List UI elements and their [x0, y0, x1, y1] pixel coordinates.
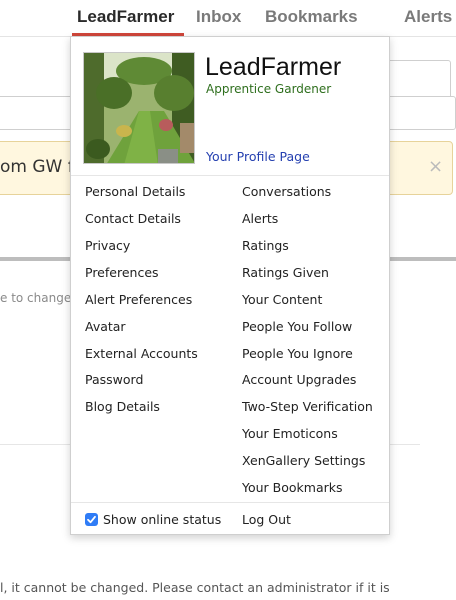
menu-item-password[interactable]: Password	[85, 372, 143, 387]
divider	[71, 175, 389, 176]
menu-item-ratings[interactable]: Ratings	[242, 238, 289, 253]
top-navigation: LeadFarmer Inbox Bookmarks Alerts	[0, 0, 456, 36]
menu-item-ratings-given[interactable]: Ratings Given	[242, 265, 329, 280]
menu-item-xengallery-settings[interactable]: XenGallery Settings	[242, 453, 365, 468]
menu-item-preferences[interactable]: Preferences	[85, 265, 159, 280]
menu-item-privacy[interactable]: Privacy	[85, 238, 130, 253]
menu-item-external-accounts[interactable]: External Accounts	[85, 346, 198, 361]
show-online-status-label[interactable]: Show online status	[103, 512, 221, 527]
tab-leadfarmer[interactable]: LeadFarmer	[77, 7, 174, 27]
menu-item-alerts[interactable]: Alerts	[242, 211, 278, 226]
menu-item-people-you-ignore[interactable]: People You Ignore	[242, 346, 353, 361]
menu-item-your-emoticons[interactable]: Your Emoticons	[242, 426, 338, 441]
menu-item-blog-details[interactable]: Blog Details	[85, 399, 160, 414]
tab-bookmarks[interactable]: Bookmarks	[265, 7, 358, 27]
menu-item-your-content[interactable]: Your Content	[242, 292, 322, 307]
show-online-status-checkbox[interactable]	[85, 513, 98, 526]
tab-alerts[interactable]: Alerts	[404, 7, 452, 27]
menu-item-account-upgrades[interactable]: Account Upgrades	[242, 372, 356, 387]
logout-link[interactable]: Log Out	[242, 512, 291, 527]
menu-item-conversations[interactable]: Conversations	[242, 184, 331, 199]
garden-photo	[84, 53, 194, 163]
menu-item-avatar[interactable]: Avatar	[85, 319, 126, 334]
tab-inbox[interactable]: Inbox	[196, 7, 241, 27]
bottom-notice-text: l, it cannot be changed. Please contact …	[0, 580, 390, 595]
user-title: Apprentice Gardener	[206, 82, 332, 96]
notice-close-icon[interactable]: ×	[428, 156, 443, 177]
checkmark-icon	[87, 515, 96, 524]
menu-item-your-bookmarks[interactable]: Your Bookmarks	[242, 480, 343, 495]
menu-item-alert-preferences[interactable]: Alert Preferences	[85, 292, 192, 307]
profile-link[interactable]: Your Profile Page	[206, 149, 310, 164]
avatar[interactable]	[83, 52, 195, 164]
menu-footer: Show online status Log Out	[71, 503, 389, 535]
username: LeadFarmer	[205, 53, 342, 81]
account-dropdown: LeadFarmer Apprentice Gardener Your Prof…	[70, 36, 390, 535]
menu-item-contact-details[interactable]: Contact Details	[85, 211, 181, 226]
menu-item-people-you-follow[interactable]: People You Follow	[242, 319, 352, 334]
menu-item-personal-details[interactable]: Personal Details	[85, 184, 185, 199]
menu-item-two-step-verification[interactable]: Two-Step Verification	[242, 399, 373, 414]
